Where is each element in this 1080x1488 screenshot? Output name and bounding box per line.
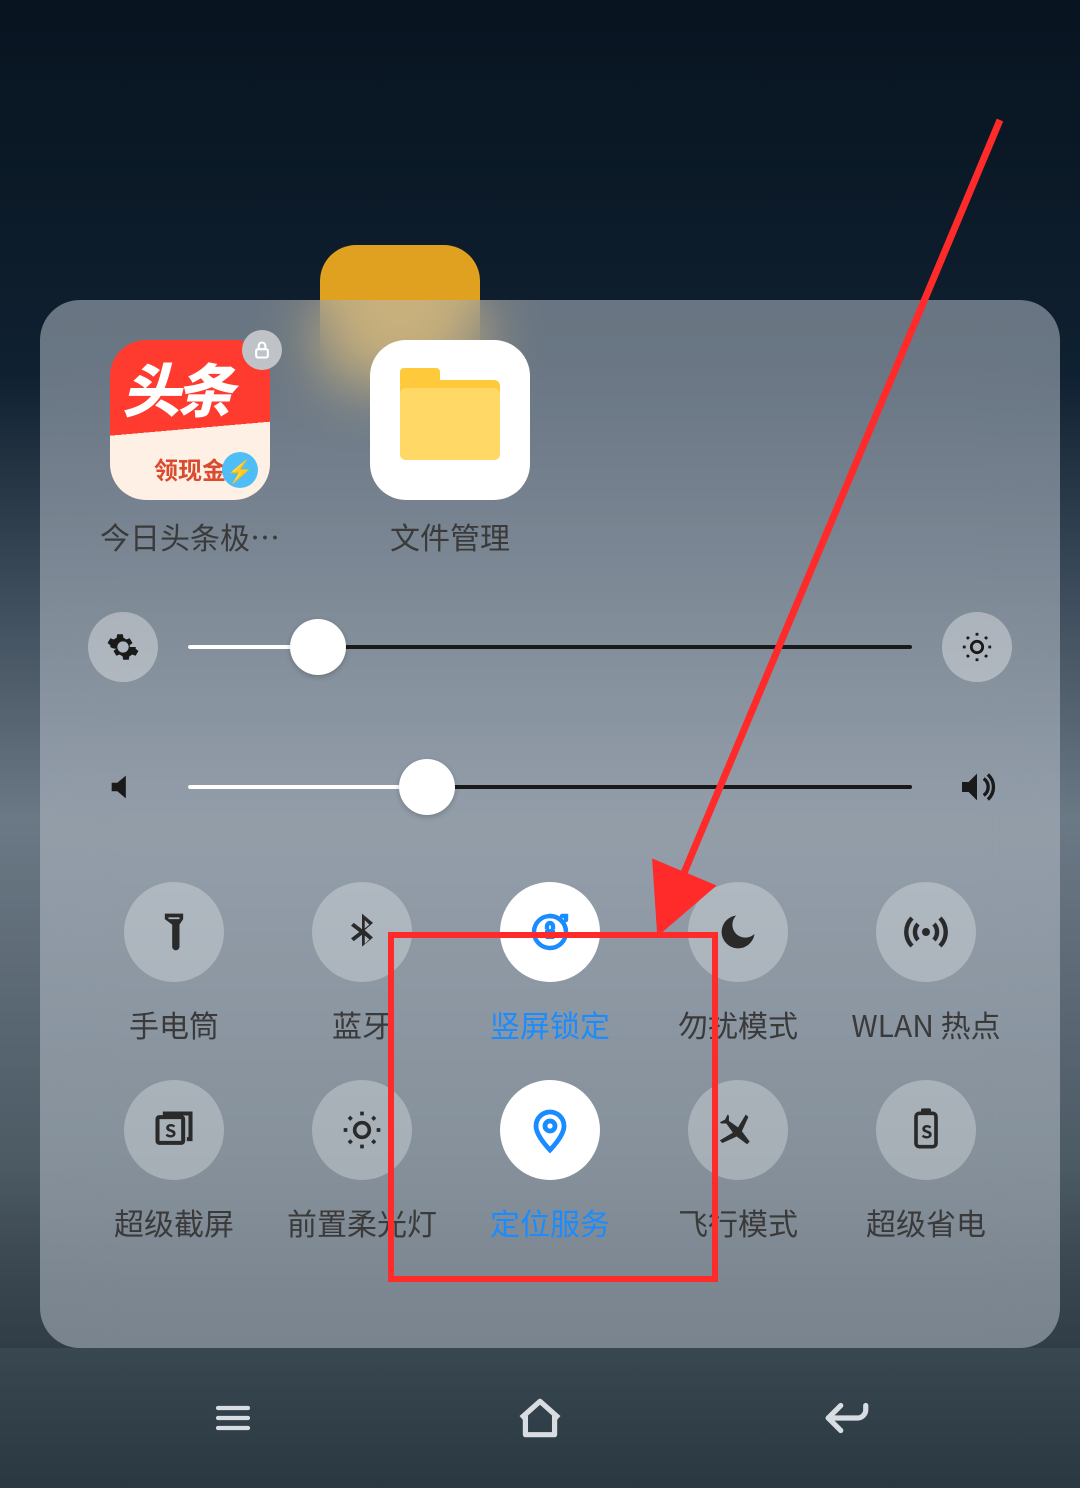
app-label: 今日头条极… <box>100 514 280 558</box>
toggle-label: 手电筒 <box>129 1002 219 1046</box>
app-files[interactable]: 文件管理 <box>360 340 540 558</box>
battery-icon: S <box>876 1080 976 1180</box>
location-icon <box>500 1080 600 1180</box>
brightness-icon[interactable] <box>942 612 1012 682</box>
toggle-label: 蓝牙 <box>332 1002 392 1046</box>
screenshot-icon: S <box>124 1080 224 1180</box>
volume-low-icon <box>88 752 158 822</box>
toggle-label: 定位服务 <box>490 1200 610 1244</box>
svg-text:S: S <box>165 1117 176 1143</box>
toggle-bluetooth[interactable]: 蓝牙 <box>268 882 456 1046</box>
app-icon-toutiao: 头条 领现金 ⚡ <box>110 340 270 500</box>
toggle-front-light[interactable]: 前置柔光灯 <box>268 1080 456 1244</box>
app-icon-files <box>370 340 530 500</box>
toggle-screenshot[interactable]: S 超级截屏 <box>80 1080 268 1244</box>
hotspot-icon <box>876 882 976 982</box>
folder-icon <box>400 380 500 460</box>
app-toutiao[interactable]: 头条 领现金 ⚡ 今日头条极… <box>100 340 280 558</box>
volume-high-icon <box>942 752 1012 822</box>
toggle-airplane[interactable]: 飞行模式 <box>644 1080 832 1244</box>
toggle-label: 超级省电 <box>866 1200 986 1244</box>
app-icon-text: 头条 <box>122 358 230 416</box>
brightness-slider[interactable] <box>188 645 912 649</box>
bluetooth-icon <box>312 882 412 982</box>
sun-icon <box>312 1080 412 1180</box>
app-label: 文件管理 <box>390 514 510 558</box>
navigation-bar <box>0 1348 1080 1488</box>
quick-toggles-grid: 手电筒 蓝牙 竖屏锁定 勿扰模式 WLAN 热点 <box>80 882 1020 1244</box>
brightness-slider-row <box>80 612 1020 682</box>
flashlight-icon <box>124 882 224 982</box>
settings-icon[interactable] <box>88 612 158 682</box>
rotation-lock-icon <box>500 882 600 982</box>
svg-text:S: S <box>921 1118 932 1144</box>
toggle-location[interactable]: 定位服务 <box>456 1080 644 1244</box>
toggle-dnd[interactable]: 勿扰模式 <box>644 882 832 1046</box>
volume-slider-row <box>80 752 1020 822</box>
control-center-panel: 头条 领现金 ⚡ 今日头条极… 文件管理 <box>40 300 1060 1348</box>
toggle-power-save[interactable]: S 超级省电 <box>832 1080 1020 1244</box>
toggle-flashlight[interactable]: 手电筒 <box>80 882 268 1046</box>
toggle-label: 前置柔光灯 <box>287 1200 437 1244</box>
nav-back-button[interactable] <box>787 1378 907 1458</box>
lock-icon <box>242 330 282 370</box>
toggle-label: 超级截屏 <box>114 1200 234 1244</box>
bolt-icon: ⚡ <box>222 452 258 488</box>
moon-icon <box>688 882 788 982</box>
toggle-rotation-lock[interactable]: 竖屏锁定 <box>456 882 644 1046</box>
airplane-icon <box>688 1080 788 1180</box>
pinned-apps-row: 头条 领现金 ⚡ 今日头条极… 文件管理 <box>80 330 1020 558</box>
nav-recent-button[interactable] <box>173 1378 293 1458</box>
toggle-hotspot[interactable]: WLAN 热点 <box>832 882 1020 1046</box>
toggle-label: 竖屏锁定 <box>490 1002 610 1046</box>
app-icon-subtext: 领现金 <box>154 451 226 486</box>
toggle-label: 飞行模式 <box>678 1200 798 1244</box>
volume-slider[interactable] <box>188 785 912 789</box>
toggle-label: 勿扰模式 <box>678 1002 798 1046</box>
toggle-label: WLAN 热点 <box>851 1002 1000 1046</box>
nav-home-button[interactable] <box>480 1378 600 1458</box>
